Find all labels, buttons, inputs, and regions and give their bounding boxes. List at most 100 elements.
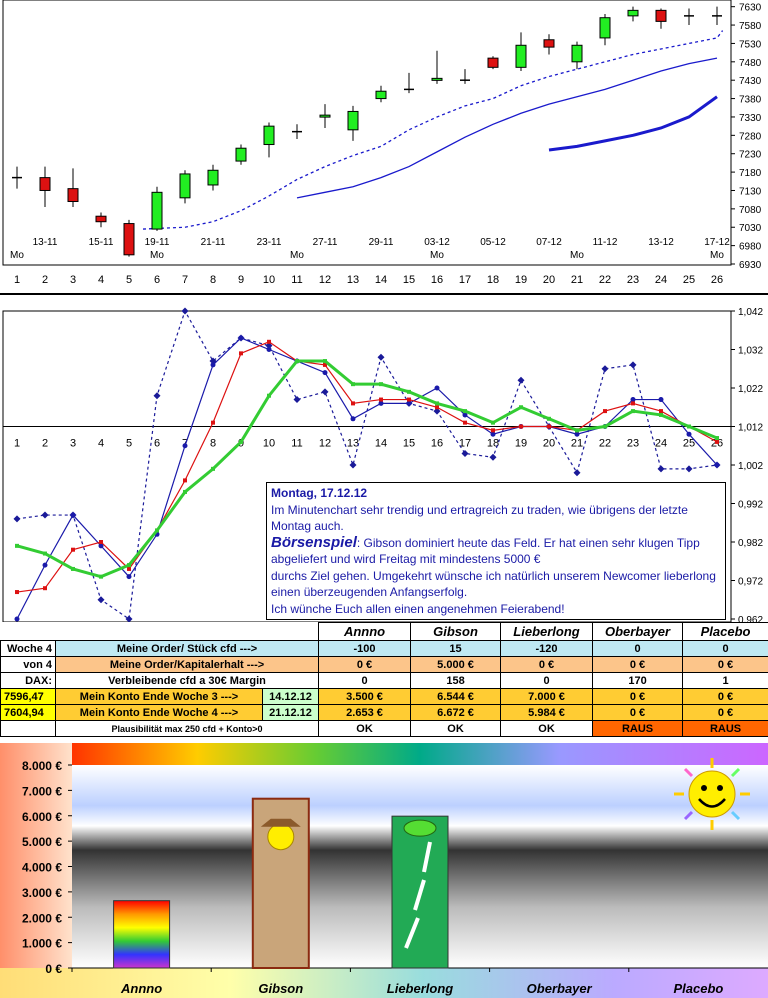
row-value: OK [318, 720, 412, 737]
bar-y-tick-label: 0 € [45, 962, 62, 976]
date-label: 15-11 [89, 237, 114, 248]
row-value: RAUS [682, 720, 768, 737]
candle-body [67, 188, 79, 203]
ratio-point [491, 428, 495, 433]
row-label: Meine Order/Kapitalerhalt ---> [54, 656, 320, 673]
ratio-x-tick-label: 24 [655, 438, 667, 450]
row-value: 5.984 € [500, 704, 594, 721]
ratio-point [71, 566, 75, 571]
table-body: Annno Gibson Lieberlong Oberbayer Placebo Woc… [0, 622, 768, 737]
comment-text-3: durchs Ziel gehen. Umgekehrt wünsche ich… [271, 568, 716, 600]
candle-body [123, 223, 135, 256]
ratio-point [183, 478, 187, 483]
ratio-point [126, 574, 132, 580]
candle-body [599, 17, 611, 39]
row-date: 14.12.12 [261, 688, 320, 705]
monday-mark: Mo [570, 250, 584, 261]
x-tick-label: 3 [70, 274, 76, 286]
player-header: Oberbayer [592, 622, 684, 641]
x-tick-label: 12 [319, 274, 331, 286]
row-value: 7.000 € [500, 688, 594, 705]
row-value: 0 € [682, 704, 768, 721]
ratio-point [714, 462, 720, 468]
monday-mark: Mo [150, 250, 164, 261]
ratio-point [659, 412, 663, 417]
ratio-y-tick-label: 1,042 [738, 307, 763, 318]
table-header-row: Annno Gibson Lieberlong Oberbayer Placebo [0, 622, 768, 641]
ratio-point [547, 424, 551, 429]
row-label: Mein Konto Ende Woche 4 ---> [55, 704, 263, 721]
ratio-point [715, 439, 719, 444]
x-tick-label: 26 [711, 274, 723, 286]
ratio-y-tick-label: 1,012 [738, 423, 763, 434]
bar-alien-head [403, 819, 437, 837]
x-tick-label: 10 [263, 274, 275, 286]
row-value: -120 [500, 640, 594, 657]
bar-bg-top [72, 743, 768, 765]
ratio-point [15, 543, 19, 548]
candle-plot-frame [2, 0, 732, 266]
date-label: 03-12 [424, 237, 450, 248]
y-tick-label: 7580 [739, 21, 762, 32]
ratio-x-tick-label: 1 [14, 438, 20, 450]
bar-y-tick-label: 6.000 € [22, 810, 62, 824]
ratio-point [574, 431, 580, 437]
player-header: Placebo [682, 622, 768, 641]
ratio-y-tick-label: 0,972 [738, 577, 763, 588]
row-label: Mein Konto Ende Woche 3 ---> [55, 688, 263, 705]
ratio-point [295, 359, 299, 364]
bar-category-label: Oberbayer [527, 981, 593, 996]
candle-body [207, 169, 219, 186]
monday-mark: Mo [290, 250, 304, 261]
date-label: 17-12 [704, 237, 730, 248]
comment-text-1: Im Minutenchart sehr trendig und ertragr… [271, 502, 688, 534]
row-left-cell: 7604,94 [0, 704, 56, 721]
bar-category-label: Placebo [673, 981, 723, 996]
ratio-x-tick-label: 23 [627, 438, 639, 450]
x-tick-label: 9 [238, 274, 244, 286]
ratio-x-tick-label: 11 [291, 438, 302, 450]
table-row: 7596,47 Mein Konto Ende Woche 3 ---> 14.12… [0, 688, 768, 705]
ratio-point [715, 436, 719, 441]
ratio-point [658, 397, 664, 403]
ratio-point [267, 339, 271, 344]
date-label: 13-11 [33, 237, 58, 248]
candle-body [431, 77, 443, 81]
y-tick-label: 7630 [739, 3, 762, 14]
date-label: 05-12 [480, 237, 506, 248]
ratio-x-tick-label: 20 [543, 438, 555, 450]
date-label: 27-11 [313, 237, 338, 248]
bar-y-tick-label: 2.000 € [22, 911, 62, 925]
row-value: OK [500, 720, 594, 737]
row-value: 0 € [592, 656, 684, 673]
ratio-point [14, 616, 20, 622]
x-tick-label: 4 [98, 274, 104, 286]
bar-bg-bottom [0, 968, 768, 998]
ratio-point [406, 400, 412, 406]
row-value: 1 [682, 672, 768, 689]
ratio-point [155, 528, 159, 533]
ratio-point [182, 443, 188, 449]
bar-category-label: Annno [120, 981, 162, 996]
candle-body [543, 39, 555, 48]
row-value: 0 € [500, 656, 594, 673]
ratio-point [491, 420, 495, 425]
ratio-point [519, 424, 523, 429]
row-value: 5.000 € [410, 656, 502, 673]
row-left-cell: DAX: [0, 672, 56, 689]
ratio-y-tick-label: 0,962 [738, 615, 763, 622]
candle-body [347, 110, 359, 131]
ratio-point [127, 566, 131, 571]
ratio-x-tick-label: 2 [42, 438, 48, 450]
ratio-point [15, 590, 19, 595]
x-tick-label: 6 [154, 274, 160, 286]
candlestick-chart: 6930698070307080713071807230728073307380… [2, 0, 762, 286]
ratio-point [43, 551, 47, 556]
date-label: 11-12 [593, 237, 618, 248]
ratio-x-tick-label: 6 [154, 438, 160, 450]
account-bar [113, 900, 171, 969]
bar-y-tick-label: 3.000 € [22, 886, 62, 900]
ratio-y-tick-label: 0,982 [738, 538, 763, 549]
table-row: DAX: Verbleibende cfd a 30€ Margin 0 158 0 17… [0, 672, 768, 689]
candle-body [655, 9, 667, 22]
